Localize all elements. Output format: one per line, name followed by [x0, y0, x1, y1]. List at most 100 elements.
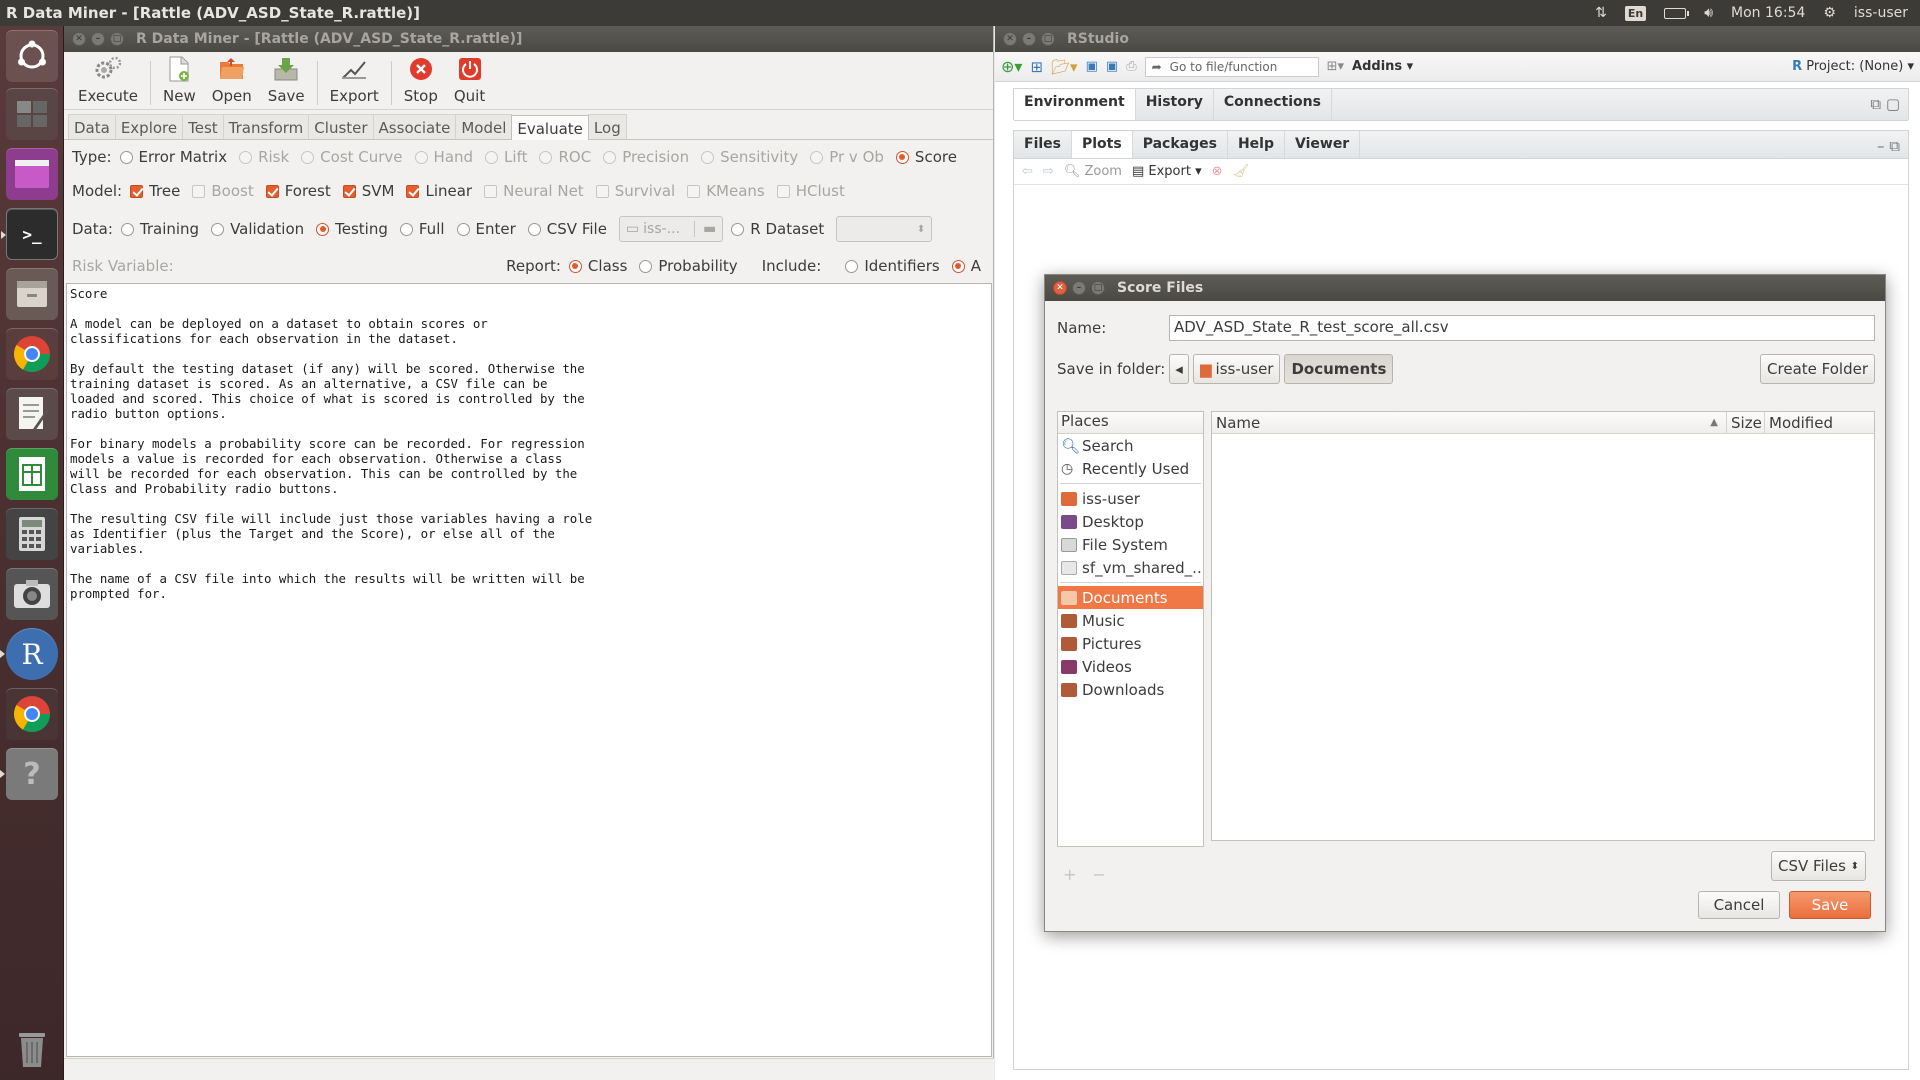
type-lift-radio[interactable]: Lift — [485, 148, 527, 166]
breadcrumb-left-arrow[interactable]: ◂ — [1169, 354, 1189, 384]
model-boost-checkbox[interactable]: Boost — [192, 182, 254, 200]
data-testing-radio[interactable]: Testing — [316, 220, 388, 238]
stop-button[interactable]: Stop — [396, 55, 446, 105]
type-cost-curve-radio[interactable]: Cost Curve — [301, 148, 403, 166]
rstudio-titlebar[interactable]: ✕ – □ RStudio — [995, 26, 1920, 52]
ubuntu-dash-icon[interactable] — [6, 30, 58, 82]
minimize-icon[interactable]: – — [1072, 281, 1086, 295]
column-size[interactable]: Size — [1727, 412, 1765, 433]
close-icon[interactable]: ✕ — [1053, 281, 1067, 295]
network-icon[interactable]: ⇅ — [1595, 5, 1607, 21]
place-videos[interactable]: Videos — [1058, 655, 1203, 678]
restore-pane-icon[interactable]: ⧉ ▢ — [1862, 89, 1908, 120]
breadcrumb-documents[interactable]: Documents — [1284, 354, 1394, 384]
minimize-pane-icon[interactable]: – ⧉ — [1869, 131, 1908, 158]
new-button[interactable]: New — [155, 55, 204, 105]
file-type-filter[interactable]: CSV Files ⬍ — [1771, 851, 1866, 881]
minimize-icon[interactable]: – — [1022, 32, 1036, 46]
model-kmeans-checkbox[interactable]: KMeans — [687, 182, 765, 200]
data-csv-file-radio[interactable]: CSV File — [527, 220, 607, 238]
report-class-radio[interactable]: Class — [568, 257, 627, 275]
tab-cluster[interactable]: Cluster — [308, 114, 374, 139]
remove-bookmark-icon[interactable]: − — [1092, 865, 1105, 884]
place-file-system[interactable]: File System — [1058, 533, 1203, 556]
data-training-radio[interactable]: Training — [120, 220, 199, 238]
tab-test[interactable]: Test — [182, 114, 224, 139]
tab-environment[interactable]: Environment — [1014, 89, 1136, 120]
tab-help[interactable]: Help — [1228, 131, 1285, 158]
report-probability-radio[interactable]: Probability — [639, 257, 738, 275]
back-arrow-icon[interactable]: ⇦ — [1022, 164, 1033, 179]
type-pr-v-ob-radio[interactable]: Pr v Ob — [810, 148, 884, 166]
trash-icon[interactable] — [6, 1022, 58, 1074]
close-icon[interactable]: ✕ — [1003, 32, 1017, 46]
tab-viewer[interactable]: Viewer — [1285, 131, 1361, 158]
r-dataset-combo[interactable]: ⬍ — [836, 216, 933, 242]
include-identifiers-radio[interactable]: Identifiers — [845, 257, 940, 275]
addins-menu[interactable]: Addins ▾ — [1352, 59, 1413, 74]
place-sf-vm-shared[interactable]: sf_vm_shared_... — [1058, 556, 1203, 579]
broom-icon[interactable]: 🧹︎ — [1233, 164, 1250, 179]
type-risk-radio[interactable]: Risk — [239, 148, 289, 166]
tab-history[interactable]: History — [1136, 89, 1214, 120]
type-roc-radio[interactable]: ROC — [539, 148, 591, 166]
spreadsheet-icon[interactable] — [6, 448, 58, 500]
csv-file-chooser[interactable]: ▭ iss-... ▬ — [618, 216, 724, 242]
software-center-icon[interactable] — [6, 148, 58, 200]
place-search[interactable]: 🔍︎ Search — [1058, 434, 1203, 457]
type-score-radio[interactable]: Score — [895, 148, 957, 166]
tab-evaluate[interactable]: Evaluate — [511, 115, 589, 140]
open-file-icon[interactable]: 📂︎▾ — [1051, 58, 1078, 76]
tab-plots[interactable]: Plots — [1072, 131, 1133, 158]
camera-icon[interactable] — [6, 568, 58, 620]
execute-button[interactable]: Execute — [70, 55, 146, 105]
grid-icon[interactable]: ⊞▾ — [1327, 59, 1344, 74]
tab-packages[interactable]: Packages — [1133, 131, 1228, 158]
save-icon[interactable]: ▣ — [1086, 59, 1098, 74]
filename-input[interactable]: ADV_ASD_State_R_test_score_all.csv — [1169, 315, 1875, 341]
workspace-switcher-icon[interactable] — [6, 88, 58, 140]
model-linear-checkbox[interactable]: Linear — [406, 182, 472, 200]
type-sensitivity-radio[interactable]: Sensitivity — [701, 148, 798, 166]
help-icon[interactable]: ? — [0, 748, 58, 800]
tab-associate[interactable]: Associate — [372, 114, 457, 139]
gear-icon[interactable]: ⚙ — [1823, 5, 1836, 21]
open-button[interactable]: Open — [204, 55, 260, 105]
forward-arrow-icon[interactable]: ⇨ — [1043, 164, 1054, 179]
session-user[interactable]: iss-user — [1854, 5, 1908, 21]
data-validation-radio[interactable]: Validation — [211, 220, 304, 238]
print-icon[interactable]: ⎙ — [1126, 59, 1136, 74]
place-documents[interactable]: Documents — [1058, 586, 1203, 609]
type-hand-radio[interactable]: Hand — [414, 148, 473, 166]
description-textview[interactable]: Score A model can be deployed on a datas… — [66, 283, 992, 1057]
breadcrumb-iss-user[interactable]: ▆ iss-user — [1193, 354, 1281, 384]
battery-icon[interactable] — [1664, 7, 1690, 19]
chrome-icon-2[interactable] — [6, 688, 58, 740]
data-enter-radio[interactable]: Enter — [456, 220, 516, 238]
column-name[interactable]: Name ▲ — [1212, 412, 1727, 433]
maximize-icon[interactable]: □ — [110, 32, 124, 46]
maximize-icon[interactable]: □ — [1041, 32, 1055, 46]
column-modified[interactable]: Modified — [1765, 412, 1874, 433]
volume-icon[interactable]: 🔊︎ — [1704, 5, 1713, 21]
save-button[interactable]: Save — [260, 55, 313, 105]
new-project-icon[interactable]: ⊞ — [1030, 58, 1043, 76]
tab-data[interactable]: Data — [68, 114, 116, 139]
file-list[interactable]: Name ▲ Size Modified — [1211, 411, 1875, 841]
place-music[interactable]: Music — [1058, 609, 1203, 632]
tab-model[interactable]: Model — [455, 114, 513, 139]
project-menu[interactable]: R Project: (None) ▾ — [1792, 59, 1914, 74]
type-precision-radio[interactable]: Precision — [603, 148, 689, 166]
place-downloads[interactable]: Downloads — [1058, 678, 1203, 701]
place-iss-user[interactable]: iss-user — [1058, 487, 1203, 510]
model-svm-checkbox[interactable]: SVM — [342, 182, 394, 200]
chrome-icon[interactable] — [6, 328, 58, 380]
place-pictures[interactable]: Pictures — [1058, 632, 1203, 655]
clock[interactable]: Mon 16:54 — [1731, 5, 1805, 21]
dialog-titlebar[interactable]: ✕ – □ Score Files — [1045, 275, 1885, 301]
tab-log[interactable]: Log — [587, 114, 627, 139]
keyboard-layout-indicator[interactable]: En — [1624, 5, 1647, 21]
remove-plot-icon[interactable]: ⊗ — [1212, 164, 1223, 179]
maximize-icon[interactable]: □ — [1091, 281, 1105, 295]
model-forest-checkbox[interactable]: Forest — [265, 182, 331, 200]
